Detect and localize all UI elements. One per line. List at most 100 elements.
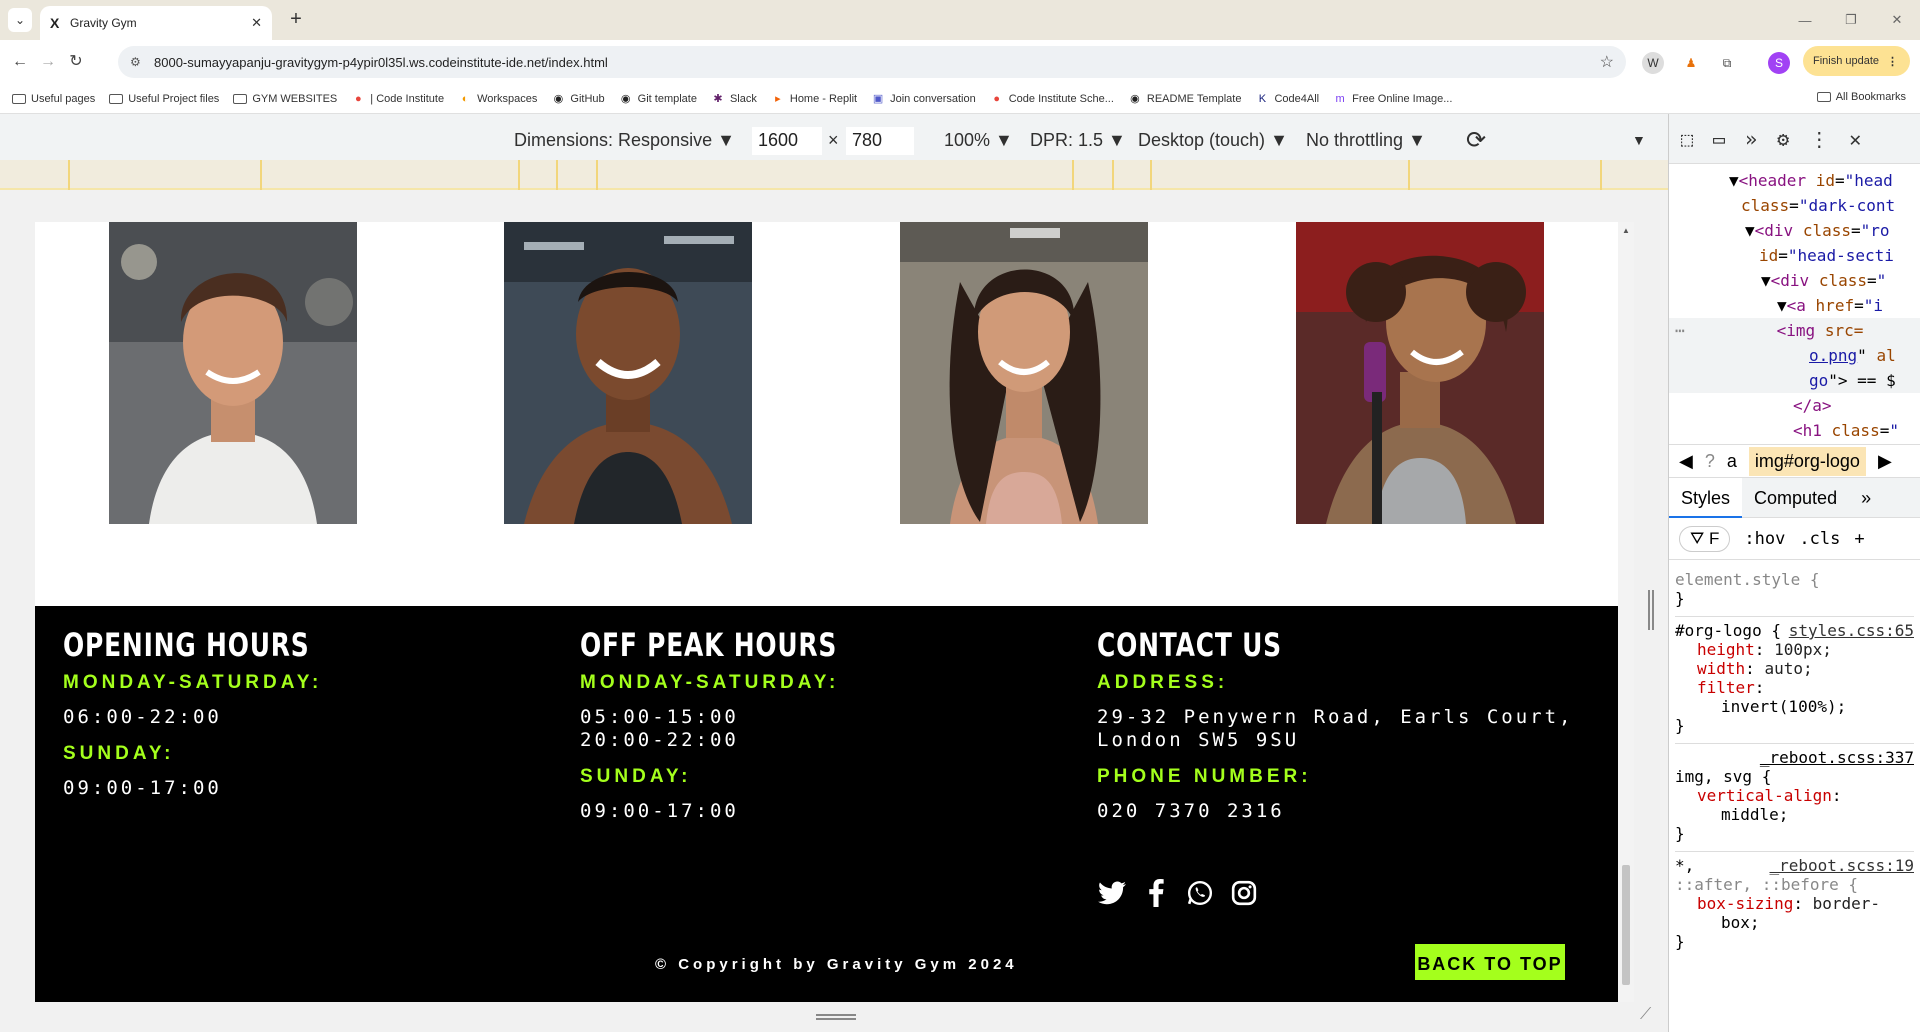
rule-prop-box-sizing[interactable]: box-sizing: border- <box>1675 894 1914 913</box>
tab-styles[interactable]: Styles <box>1669 477 1743 518</box>
extension-figure-icon[interactable]: ♟ <box>1680 52 1702 74</box>
dom-line-selected[interactable]: ⋯ <img src= <box>1669 318 1920 343</box>
back-icon[interactable]: ← <box>8 50 32 74</box>
rule-source-link[interactable]: _reboot.scss:19 <box>1770 856 1915 875</box>
device-options-icon[interactable]: ▼ <box>1632 132 1646 148</box>
restore-icon[interactable]: ❐ <box>1828 0 1874 40</box>
bookmark-item[interactable]: m Free Online Image... <box>1333 93 1453 105</box>
contact-title: CONTACT US <box>1097 626 1282 664</box>
bookmark-item[interactable]: K Code4All <box>1255 93 1319 105</box>
dom-line[interactable]: id="head-secti <box>1669 243 1920 268</box>
dom-line[interactable]: o.png" al <box>1669 343 1920 368</box>
add-rule-icon[interactable]: + <box>1854 529 1864 549</box>
all-bookmarks-button[interactable]: All Bookmarks <box>1816 91 1906 103</box>
facebook-icon[interactable] <box>1141 878 1171 908</box>
new-tab-button[interactable]: + <box>284 8 308 32</box>
rule-prop-filter[interactable]: filter: <box>1675 678 1914 697</box>
tab-gravity-gym[interactable]: X Gravity Gym ✕ <box>40 6 272 40</box>
tab-search-button[interactable]: ⌄ <box>8 8 32 32</box>
bookmark-item[interactable]: ◉ Git template <box>619 93 697 105</box>
back-to-top-button[interactable]: BACK TO TOP <box>1413 942 1567 982</box>
more-panels-icon[interactable]: » <box>1745 127 1757 151</box>
reload-icon[interactable]: ↻ <box>64 50 88 74</box>
more-tabs-icon[interactable]: » <box>1849 478 1883 518</box>
twitter-icon[interactable] <box>1097 878 1127 908</box>
dom-tree[interactable]: ▼<header id="head class="dark-cont ▼<div… <box>1669 164 1920 444</box>
crumb-a[interactable]: a <box>1727 451 1737 472</box>
close-tab-icon[interactable]: ✕ <box>251 15 262 31</box>
width-input[interactable]: 1600 <box>752 127 822 155</box>
rotate-icon[interactable]: ⟳ <box>1466 126 1486 155</box>
finish-update-button[interactable]: Finish update ⋮ <box>1803 46 1910 76</box>
profile-avatar[interactable]: S <box>1768 52 1790 74</box>
extension-w-icon[interactable]: W <box>1642 52 1664 74</box>
rule-source-link[interactable]: _reboot.scss:337 <box>1675 748 1914 767</box>
reboot-universal-rule[interactable]: _reboot.scss:19 *, ::after, ::before { b… <box>1675 852 1914 959</box>
dom-line[interactable]: go"> == $ <box>1669 368 1920 393</box>
org-logo-rule[interactable]: styles.css:65 #org-logo { height: 100px;… <box>1675 617 1914 744</box>
crumb-current[interactable]: img#org-logo <box>1748 446 1866 476</box>
devtools-close-icon[interactable]: ✕ <box>1849 127 1861 151</box>
bookmark-item[interactable]: ◉ GitHub <box>551 93 605 105</box>
reboot-img-rule[interactable]: _reboot.scss:337 img, svg { vertical-ali… <box>1675 744 1914 852</box>
extensions-puzzle-icon[interactable]: ⧉ <box>1716 52 1738 74</box>
cls-toggle[interactable]: .cls <box>1799 529 1840 549</box>
inspect-element-icon[interactable]: ⬚ <box>1681 127 1693 151</box>
throttling-dropdown[interactable]: No throttling ▼ <box>1306 130 1426 151</box>
scrollbar-thumb[interactable] <box>1622 865 1630 985</box>
rule-prop-width[interactable]: width: auto; <box>1675 659 1914 678</box>
address-bar[interactable]: ⚙ 8000-sumayyapanju-gravitygym-p4ypir0l3… <box>118 46 1626 78</box>
whatsapp-icon[interactable] <box>1185 878 1215 908</box>
dom-line[interactable]: class="dark-cont <box>1669 193 1920 218</box>
dom-line[interactable]: </a> <box>1669 393 1920 418</box>
bookmark-item[interactable]: ✱ Slack <box>711 93 757 105</box>
device-toggle-icon[interactable]: ▭ <box>1713 127 1725 151</box>
dom-line[interactable]: ▼<a href="i <box>1669 293 1920 318</box>
instagram-icon[interactable] <box>1229 878 1259 908</box>
element-style-rule[interactable]: element.style { } <box>1675 566 1914 617</box>
bookmark-item[interactable]: ◉ README Template <box>1128 93 1241 105</box>
bookmark-item[interactable]: Useful pages <box>12 93 95 105</box>
dom-line[interactable]: ▼<header id="head <box>1669 168 1920 193</box>
zoom-dropdown[interactable]: 100% ▼ <box>944 130 1013 151</box>
dimensions-dropdown[interactable]: Dimensions: Responsive ▼ <box>514 130 735 151</box>
site-info-icon[interactable]: ⚙ <box>130 55 154 69</box>
bookmark-label: Workspaces <box>477 92 538 105</box>
viewport-scrollbar[interactable]: ▲ <box>1618 222 1634 1002</box>
rule-source-link[interactable]: styles.css:65 <box>1789 621 1914 640</box>
bookmark-item[interactable]: Useful Project files <box>109 93 219 105</box>
url-text[interactable]: 8000-sumayyapanju-gravitygym-p4ypir0l35l… <box>154 55 1600 70</box>
hov-toggle[interactable]: :hov <box>1744 529 1785 549</box>
dom-line[interactable]: ▼<div class=" <box>1669 268 1920 293</box>
crumb-left-icon[interactable]: ◀ <box>1679 451 1693 472</box>
resize-handle-bottom[interactable] <box>816 1014 856 1020</box>
bookmark-item[interactable]: GYM WEBSITES <box>233 93 337 105</box>
filter-input[interactable]: ⛛ F <box>1679 525 1731 552</box>
bookmark-star-icon[interactable]: ☆ <box>1600 52 1614 72</box>
resize-handle-right[interactable] <box>1648 590 1654 630</box>
dpr-dropdown[interactable]: DPR: 1.5 ▼ <box>1030 130 1126 151</box>
forward-icon[interactable]: → <box>36 50 60 74</box>
devtools-menu-icon[interactable]: ⋮ <box>1809 127 1829 151</box>
bookmark-item[interactable]: ◐ Workspaces <box>458 92 538 105</box>
minimize-icon[interactable]: — <box>1782 0 1828 40</box>
tab-computed[interactable]: Computed <box>1742 478 1849 518</box>
settings-gear-icon[interactable]: ⚙ <box>1777 127 1789 151</box>
scroll-up-icon[interactable]: ▲ <box>1622 226 1630 235</box>
bookmark-item[interactable]: ▣ Join conversation <box>871 93 976 105</box>
rule-prop-height[interactable]: height: 100px; <box>1675 640 1914 659</box>
dom-line[interactable]: ▼<div class="ro <box>1669 218 1920 243</box>
bookmark-item[interactable]: ● | Code Institute <box>351 93 444 105</box>
height-input[interactable]: 780 <box>846 127 914 155</box>
resize-corner-icon[interactable]: ⟋ <box>1640 1006 1651 1024</box>
bookmarks-bar: Useful pages Useful Project files GYM WEBS… <box>0 84 1920 114</box>
close-window-icon[interactable]: ✕ <box>1874 0 1920 40</box>
crumb-right-icon[interactable]: ▶ <box>1878 451 1892 472</box>
rule-prop-vertical-align[interactable]: vertical-align: <box>1675 786 1914 805</box>
device-type-dropdown[interactable]: Desktop (touch) ▼ <box>1138 130 1288 151</box>
bookmark-item[interactable]: ● Code Institute Sche... <box>990 93 1114 105</box>
bookmark-item[interactable]: ▸ Home - Replit <box>771 93 857 105</box>
teams-icon: ▣ <box>872 92 884 105</box>
dom-line[interactable]: <h1 class=" <box>1669 418 1920 443</box>
media-query-ruler[interactable] <box>0 160 1668 190</box>
